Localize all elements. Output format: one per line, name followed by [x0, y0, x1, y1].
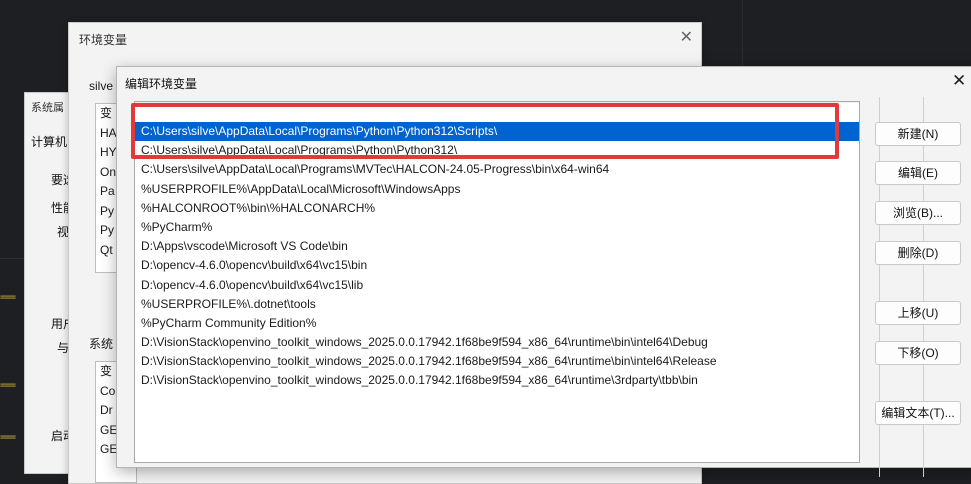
ide-fragment: === [0, 432, 16, 443]
path-item[interactable]: D:\VisionStack\openvino_toolkit_windows_… [135, 352, 859, 371]
browse-button[interactable]: 浏览(B)... [875, 201, 961, 225]
move-up-button[interactable]: 上移(U) [875, 301, 961, 325]
path-item[interactable]: %USERPROFILE%\.dotnet\tools [135, 295, 859, 314]
path-item[interactable]: %PyCharm Community Edition% [135, 314, 859, 333]
ide-fragment: === [0, 292, 16, 303]
path-item[interactable]: %USERPROFILE%\AppData\Local\Microsoft\Wi… [135, 180, 859, 199]
path-item[interactable]: C:\Users\silve\AppData\Local\Programs\Py… [135, 141, 859, 160]
list-spacer [135, 102, 859, 122]
env-window-title: 环境变量 [79, 33, 128, 47]
dialog-title: 编辑环境变量 [125, 77, 198, 91]
path-item[interactable]: C:\Users\silve\AppData\Local\Programs\Py… [135, 122, 859, 142]
edit-button[interactable]: 编辑(E) [875, 161, 961, 185]
path-item[interactable]: %PyCharm% [135, 218, 859, 237]
path-item[interactable]: D:\opencv-4.6.0\opencv\build\x64\vc15\li… [135, 276, 859, 295]
path-list[interactable]: C:\Users\silve\AppData\Local\Programs\Py… [134, 101, 860, 463]
new-button[interactable]: 新建(N) [875, 122, 961, 146]
path-item[interactable]: %HALCONROOT%\bin\%HALCONARCH% [135, 199, 859, 218]
path-item[interactable]: D:\VisionStack\openvino_toolkit_windows_… [135, 333, 859, 352]
user-vars-label: silve [89, 79, 114, 93]
delete-button[interactable]: 删除(D) [875, 241, 961, 265]
path-item[interactable]: D:\VisionStack\openvino_toolkit_windows_… [135, 371, 859, 390]
path-item[interactable]: C:\Users\silve\AppData\Local\Programs\MV… [135, 160, 859, 179]
close-icon[interactable]: ✕ [680, 27, 693, 47]
system-properties-title: 系统属 [31, 102, 64, 114]
tab-computer[interactable]: 计算机 [31, 133, 67, 150]
ide-fragment: === [0, 380, 16, 391]
system-vars-label: 系统 [89, 337, 114, 351]
path-item[interactable]: D:\opencv-4.6.0\opencv\build\x64\vc15\bi… [135, 256, 859, 275]
move-down-button[interactable]: 下移(O) [875, 341, 961, 365]
path-item[interactable]: D:\Apps\vscode\Microsoft VS Code\bin [135, 237, 859, 256]
edit-env-var-dialog: 编辑环境变量 ✕ C:\Users\silve\AppData\Local\Pr… [116, 66, 971, 477]
close-icon[interactable]: ✕ [952, 71, 966, 91]
edit-text-button[interactable]: 编辑文本(T)... [875, 401, 961, 425]
